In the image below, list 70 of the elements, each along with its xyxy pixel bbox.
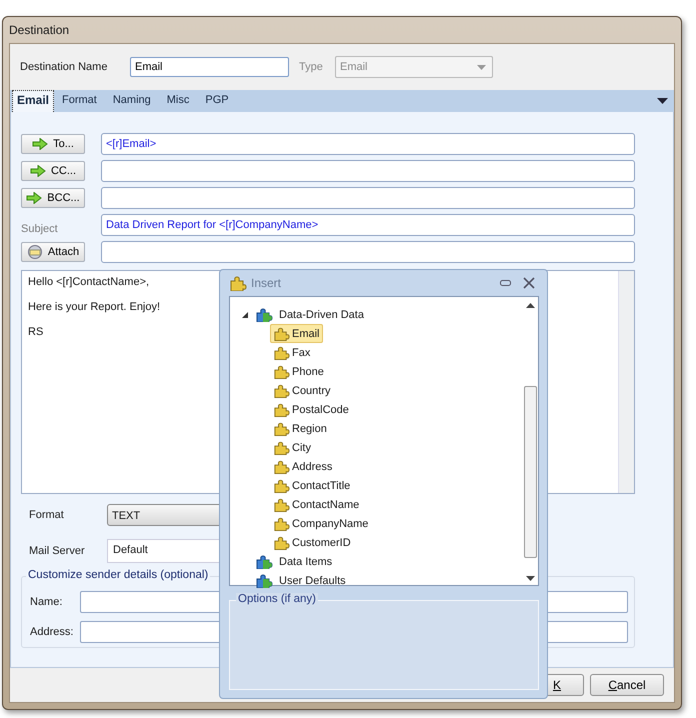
minimize-icon[interactable] (500, 280, 511, 286)
recipient-field[interactable] (101, 187, 635, 209)
scrollbar[interactable] (618, 271, 634, 493)
puzzle-icon (255, 554, 273, 569)
tab[interactable]: Misc (158, 92, 198, 112)
recipient-field[interactable] (101, 160, 635, 182)
attach-icon (26, 245, 43, 259)
tree-item[interactable]: User Defaults (276, 572, 349, 588)
tree-item[interactable]: Email (270, 324, 323, 343)
window-title: Destination (8, 22, 70, 39)
close-icon[interactable] (523, 277, 535, 289)
arrow-icon (30, 165, 46, 177)
tree-item[interactable]: Fax (270, 343, 314, 362)
puzzle-icon (255, 573, 273, 588)
tab[interactable]: Format (54, 92, 105, 112)
group-title: Customize sender details (optional) (26, 569, 210, 581)
dropdown-arrow-icon[interactable] (657, 98, 668, 104)
destination-name-label: Destination Name (20, 61, 108, 73)
puzzle-icon (229, 275, 247, 291)
tab[interactable]: Email (12, 90, 54, 112)
arrow-icon (26, 192, 42, 204)
puzzle-icon (273, 364, 290, 379)
tree-item[interactable]: Country (270, 381, 334, 400)
puzzle-icon (273, 478, 290, 493)
group-title: Options (if any) (236, 593, 318, 605)
puzzle-icon (255, 307, 273, 322)
puzzle-icon (273, 516, 290, 531)
puzzle-icon (273, 440, 290, 455)
destination-name-field[interactable]: Email (130, 57, 289, 77)
puzzle-icon (273, 402, 290, 417)
recipient-button[interactable]: BCC... (21, 188, 85, 208)
tree-item[interactable]: ContactTitle (270, 476, 354, 495)
recipient-field[interactable]: <[r]Email> (101, 133, 635, 155)
arrow-icon (32, 138, 48, 150)
expander-icon[interactable] (242, 312, 248, 318)
puzzle-icon (273, 345, 290, 360)
puzzle-icon (273, 421, 290, 436)
tree-item[interactable]: Data-Driven Data (276, 306, 367, 322)
scroll-down-icon[interactable] (526, 576, 535, 581)
puzzle-icon (273, 535, 290, 550)
tree-item[interactable]: City (270, 438, 314, 457)
puzzle-icon (273, 326, 290, 341)
puzzle-icon (273, 497, 290, 512)
panel-title: Insert (251, 276, 282, 290)
tree-item[interactable]: PostalCode (270, 400, 352, 419)
tab[interactable]: PGP (197, 92, 237, 112)
subject-label: Subject (21, 222, 59, 235)
type-label: Type (299, 61, 324, 73)
scrollbar-thumb[interactable] (524, 386, 537, 558)
message-line: RS (28, 325, 44, 340)
dialog-button[interactable]: Cancel (590, 674, 664, 696)
tree-item[interactable]: Phone (270, 362, 327, 381)
tree-item[interactable]: Region (270, 419, 330, 438)
tree-item[interactable]: Address (270, 457, 336, 476)
recipient-button[interactable]: CC... (21, 161, 85, 181)
subject-field[interactable]: Data Driven Report for <[r]CompanyName> (101, 214, 635, 236)
message-line: Hello <[r]ContactName>, (28, 275, 150, 290)
format-label: Format (28, 509, 65, 521)
attach-button[interactable]: Attach (21, 242, 85, 262)
recipient-field[interactable] (101, 241, 635, 263)
sender-field-label: Name: (30, 596, 64, 608)
mail-server-label: Mail Server (28, 545, 86, 557)
message-line: Here is your Report. Enjoy! (28, 300, 160, 315)
caret-icon (477, 64, 486, 70)
puzzle-icon (273, 383, 290, 398)
tab[interactable]: Naming (104, 92, 159, 112)
sender-field-label: Address: (30, 626, 74, 638)
recipient-button[interactable]: To... (21, 134, 85, 154)
puzzle-icon (273, 459, 290, 474)
scroll-up-icon[interactable] (526, 303, 535, 308)
